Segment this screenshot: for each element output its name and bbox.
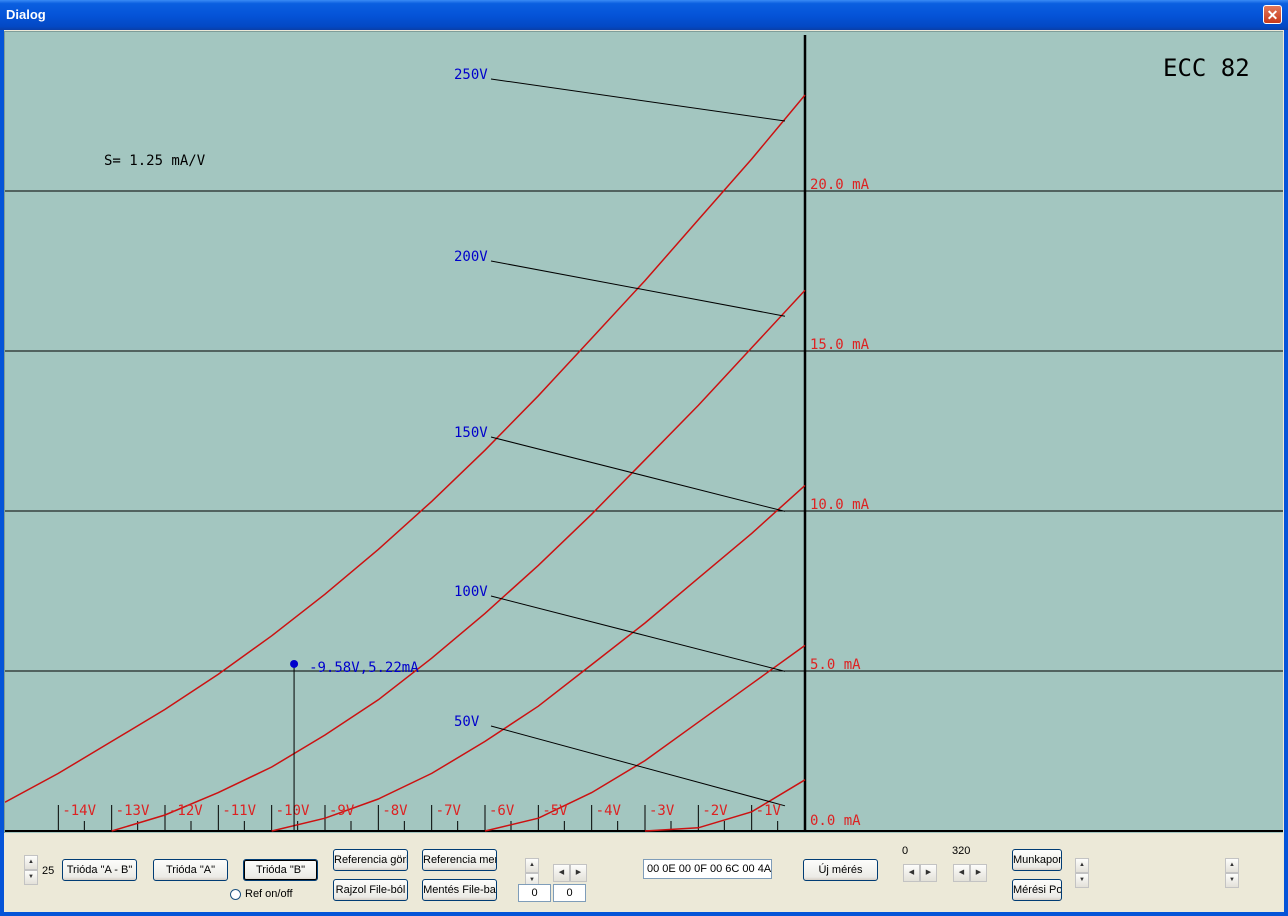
munkapont-button[interactable]: Munkapont [1012, 849, 1062, 871]
current-label: 20.0 mA [810, 177, 870, 193]
arrow-right-icon[interactable]: ▶ [570, 864, 587, 882]
grid-voltage-label: -1V [756, 803, 782, 819]
current-label: 0.0 mA [810, 813, 861, 829]
grid-voltage-label: -2V [702, 803, 728, 819]
arrow-right-icon[interactable]: ▶ [970, 864, 987, 882]
spin-up-icon[interactable]: ▲ [24, 855, 38, 870]
ref-radio-label: Ref on/off [245, 888, 293, 900]
rajzol-file-button[interactable]: Rajzol File-ból [333, 879, 408, 901]
cursor-marker[interactable] [290, 659, 299, 668]
spin-up-icon[interactable]: ▲ [1075, 858, 1089, 873]
plot-area: 20.0 mA 15.0 mA 10.0 mA 5.0 mA 0.0 mA -14V -13… [4, 31, 1283, 833]
range-min-scroll[interactable]: ◀ ▶ [903, 864, 937, 882]
leader-line [490, 260, 786, 317]
ref-radio[interactable]: Ref on/off [230, 888, 293, 900]
grid-voltage-label: -13V [116, 803, 150, 819]
spin-up-icon[interactable]: ▲ [525, 858, 539, 873]
grid-voltage-label: -3V [649, 803, 675, 819]
plate-voltage-label: 100V [454, 584, 488, 600]
trioda-ab-button[interactable]: Trióda "A - B" [62, 859, 137, 881]
plate-voltage-label: 200V [454, 249, 488, 265]
field-b[interactable]: 0 [553, 884, 586, 902]
grid-voltage-label: -6V [489, 803, 515, 819]
spin-down-icon[interactable]: ▼ [1075, 873, 1089, 888]
left-spin[interactable]: ▲ ▼ [24, 855, 38, 885]
leader-line [490, 725, 786, 807]
transconductance-label: S= 1.25 mA/V [104, 153, 206, 169]
curve-200V [111, 289, 806, 832]
leader-line [490, 595, 786, 672]
cursor-label: -9.58V,5.22mA [309, 660, 419, 676]
grid-voltage-label: -10V [276, 803, 310, 819]
radio-icon[interactable] [230, 888, 241, 900]
arrow-left-icon[interactable]: ◀ [903, 864, 920, 882]
grid-voltage-label: -9V [329, 803, 355, 819]
range-max-label: 320 [952, 845, 971, 857]
tube-characteristic-chart: 20.0 mA 15.0 mA 10.0 mA 5.0 mA 0.0 mA -14V -13… [4, 35, 1283, 832]
arrow-left-icon[interactable]: ◀ [553, 864, 570, 882]
spin-value: 25 [42, 865, 55, 877]
curve-250V [4, 94, 806, 803]
mentes-file-button[interactable]: Mentés File-ba [422, 879, 497, 901]
arrow-right-icon[interactable]: ▶ [920, 864, 937, 882]
grid-voltage-label: -4V [596, 803, 622, 819]
range-max-scroll[interactable]: ◀ ▶ [953, 864, 987, 882]
grid-voltage-label: -11V [222, 803, 256, 819]
spin-up-icon[interactable]: ▲ [1225, 858, 1239, 873]
grid-voltage-label: -12V [169, 803, 203, 819]
plate-voltage-label: 150V [454, 425, 488, 441]
current-label: 15.0 mA [810, 337, 870, 353]
referencia-gorbe-button[interactable]: Referencia görbe [333, 849, 408, 871]
referencia-gorbe-label: Referencia görbe [334, 854, 407, 866]
meresi-pont-label: Mérési Pont [1013, 884, 1062, 896]
uj-meres-button[interactable]: Új mérés [803, 859, 878, 881]
meresi-pont-button[interactable]: Mérési Pont [1012, 879, 1062, 901]
grid-voltage-label: -7V [436, 803, 462, 819]
grid-voltage-label: -14V [62, 803, 96, 819]
plate-voltage-label: 250V [454, 67, 488, 83]
plate-voltage-label: 50V [454, 714, 480, 730]
grid-voltage-label: -5V [542, 803, 568, 819]
current-label: 10.0 mA [810, 497, 870, 513]
tube-label: ECC 82 [1163, 54, 1250, 82]
trioda-a-button[interactable]: Trióda "A" [153, 859, 228, 881]
center-hscroll[interactable]: ◀ ▶ [553, 864, 587, 882]
referencia-mentes-label: Referencia mentés [423, 854, 496, 866]
title-bar: Dialog ✕ [0, 0, 1288, 30]
close-icon: ✕ [1266, 7, 1279, 23]
arrow-left-icon[interactable]: ◀ [953, 864, 970, 882]
right-spin[interactable]: ▲ ▼ [1075, 858, 1089, 888]
far-right-spin[interactable]: ▲ ▼ [1225, 858, 1239, 888]
spin-down-icon[interactable]: ▼ [1225, 873, 1239, 888]
spin-down-icon[interactable]: ▼ [24, 870, 38, 885]
grid-voltage-label: -8V [382, 803, 408, 819]
referencia-mentes-button[interactable]: Referencia mentés [422, 849, 497, 871]
leader-line [490, 78, 786, 122]
munkapont-label: Munkapont [1013, 854, 1062, 866]
close-button[interactable]: ✕ [1263, 5, 1282, 24]
hex-field[interactable]: 00 0E 00 0F 00 6C 00 4A [643, 859, 772, 879]
window-title: Dialog [6, 7, 46, 22]
range-min-label: 0 [902, 845, 909, 857]
leader-line [490, 436, 786, 512]
trioda-b-button[interactable]: Trióda "B" [243, 859, 318, 881]
field-a[interactable]: 0 [518, 884, 551, 902]
current-label: 5.0 mA [810, 657, 861, 673]
curve-150V [271, 484, 806, 832]
